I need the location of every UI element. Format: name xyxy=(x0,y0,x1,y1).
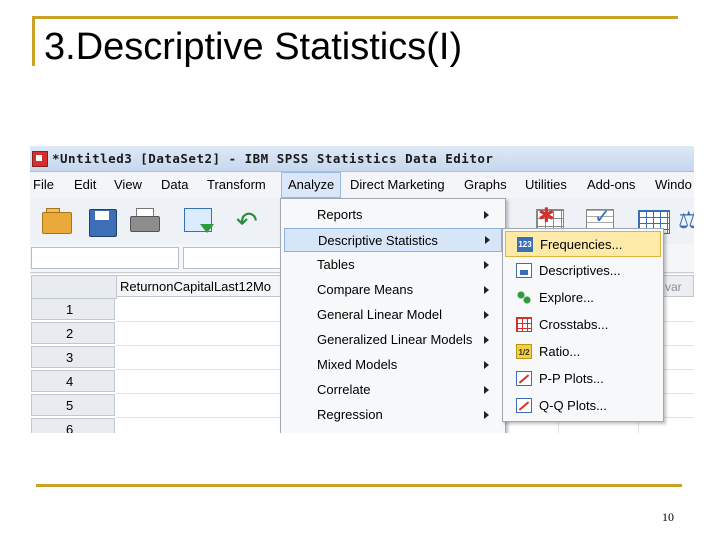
menu-item-label: Regression xyxy=(317,407,383,422)
menu-utilities[interactable]: Utilities xyxy=(525,177,567,192)
menu-item-label: Mixed Models xyxy=(317,357,398,372)
menu-item-tables[interactable]: Tables xyxy=(281,253,505,277)
row-number[interactable]: 3 xyxy=(31,346,115,368)
menu-item-qq-plots[interactable]: Q-Q Plots... xyxy=(503,393,663,419)
descriptives-icon xyxy=(516,263,532,278)
row-number[interactable]: 4 xyxy=(31,370,115,392)
menu-window[interactable]: Windo xyxy=(655,177,692,192)
menu-item-frequencies[interactable]: 123 Frequencies... xyxy=(505,231,661,257)
menu-graphs[interactable]: Graphs xyxy=(464,177,507,192)
analyze-menu: Reports Descriptive Statistics Tables Co… xyxy=(280,198,506,433)
menu-item-label: Tables xyxy=(317,257,355,272)
menu-item-general-linear-model[interactable]: General Linear Model xyxy=(281,303,505,327)
menu-item-descriptive-statistics[interactable]: Descriptive Statistics xyxy=(284,228,502,252)
menu-item-correlate[interactable]: Correlate xyxy=(281,378,505,402)
spss-screenshot: *Untitled3 [DataSet2] - IBM SPSS Statist… xyxy=(30,146,694,433)
menu-item-regression[interactable]: Regression xyxy=(281,403,505,427)
spss-app-icon xyxy=(32,151,48,167)
descriptive-statistics-submenu: 123 Frequencies... Descriptives... Explor… xyxy=(502,228,664,422)
menu-item-reports[interactable]: Reports xyxy=(281,203,505,227)
row-number[interactable]: 6 xyxy=(31,418,115,433)
submenu-arrow-icon xyxy=(484,336,489,344)
window-title: *Untitled3 [DataSet2] - IBM SPSS Statist… xyxy=(52,151,494,166)
menu-transform[interactable]: Transform xyxy=(207,177,266,192)
page-number: 10 xyxy=(662,510,674,524)
menu-file[interactable]: File xyxy=(33,177,54,192)
submenu-arrow-icon xyxy=(484,311,489,319)
menu-item-generalized-linear-models[interactable]: Generalized Linear Models xyxy=(281,328,505,352)
menu-item-label: Q-Q Plots... xyxy=(539,398,607,413)
menu-item-label: P-P Plots... xyxy=(539,371,604,386)
row-number[interactable]: 1 xyxy=(31,298,115,320)
menu-item-crosstabs[interactable]: Crosstabs... xyxy=(503,312,663,338)
submenu-arrow-icon xyxy=(484,286,489,294)
cell-reference-field[interactable] xyxy=(31,247,179,269)
menu-item-label: Descriptive Statistics xyxy=(318,233,438,248)
submenu-arrow-icon xyxy=(484,361,489,369)
column-header-var[interactable]: var xyxy=(660,275,694,297)
submenu-arrow-icon xyxy=(485,236,490,244)
menu-item-label: Generalized Linear Models xyxy=(317,332,473,347)
submenu-arrow-icon xyxy=(484,211,489,219)
menu-item-label: Explore... xyxy=(539,290,594,305)
submenu-arrow-icon xyxy=(484,261,489,269)
menu-item-explore[interactable]: Explore... xyxy=(503,285,663,311)
save-icon[interactable] xyxy=(86,206,118,237)
qq-plots-icon xyxy=(516,398,532,413)
explore-icon xyxy=(516,290,532,305)
submenu-arrow-icon xyxy=(484,411,489,419)
menu-item-compare-means[interactable]: Compare Means xyxy=(281,278,505,302)
pp-plots-icon xyxy=(516,371,532,386)
row-number[interactable]: 2 xyxy=(31,322,115,344)
menu-direct-marketing[interactable]: Direct Marketing xyxy=(350,177,445,192)
menubar: File Edit View Data Transform Analyze Di… xyxy=(30,172,694,199)
menu-item-pp-plots[interactable]: P-P Plots... xyxy=(503,366,663,392)
bottom-rule xyxy=(36,484,682,487)
recall-dialog-icon[interactable] xyxy=(182,206,214,236)
menu-item-label: Compare Means xyxy=(317,282,414,297)
undo-icon[interactable]: ↶ xyxy=(236,206,268,236)
menu-item-label: Descriptives... xyxy=(539,263,621,278)
menu-item-label: Crosstabs... xyxy=(539,317,609,332)
grid-corner xyxy=(31,275,117,299)
frequencies-icon: 123 xyxy=(517,237,533,252)
submenu-arrow-icon xyxy=(484,386,489,394)
weight-cases-icon[interactable]: ⚖ xyxy=(678,206,694,236)
menu-item-mixed-models[interactable]: Mixed Models xyxy=(281,353,505,377)
print-icon[interactable] xyxy=(128,206,160,236)
ratio-icon: 1/2 xyxy=(516,344,532,359)
left-rule xyxy=(32,16,35,66)
menu-item-descriptives[interactable]: Descriptives... xyxy=(503,258,663,284)
slide-title: 3.Descriptive Statistics(I) xyxy=(44,26,463,68)
open-folder-icon[interactable] xyxy=(40,206,72,236)
menu-add-ons[interactable]: Add-ons xyxy=(587,177,635,192)
menu-edit[interactable]: Edit xyxy=(74,177,96,192)
menu-item-label: Correlate xyxy=(317,382,371,397)
menu-item-label: Frequencies... xyxy=(540,237,623,252)
top-rule xyxy=(32,16,678,19)
menu-item-label: General Linear Model xyxy=(317,307,443,322)
crosstabs-icon xyxy=(516,317,532,332)
window-titlebar: *Untitled3 [DataSet2] - IBM SPSS Statist… xyxy=(30,146,694,172)
menu-view[interactable]: View xyxy=(114,177,142,192)
menu-item-label: Ratio... xyxy=(539,344,581,359)
menu-item-label: Reports xyxy=(317,207,363,222)
menu-data[interactable]: Data xyxy=(161,177,188,192)
column-header[interactable]: ReturnonCapitalLast12Mo xyxy=(116,275,288,297)
row-number[interactable]: 5 xyxy=(31,394,115,416)
menu-item-ratio[interactable]: 1/2 Ratio... xyxy=(503,339,663,365)
menu-analyze[interactable]: Analyze xyxy=(281,172,342,198)
